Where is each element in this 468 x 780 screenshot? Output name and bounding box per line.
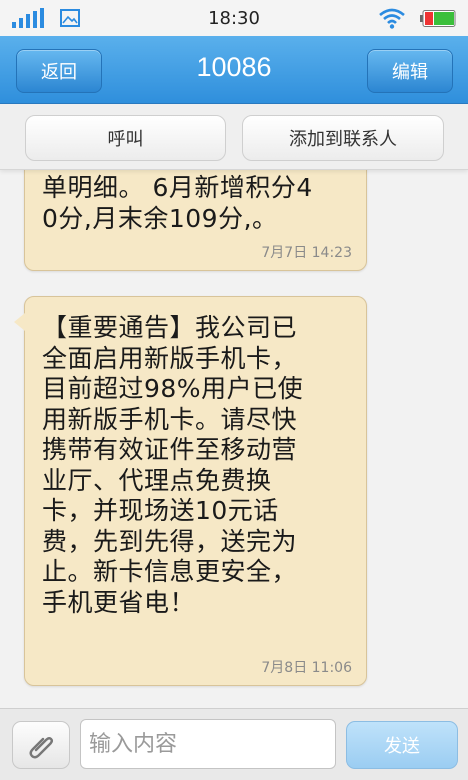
message-input[interactable] — [80, 719, 336, 769]
battery-icon — [420, 10, 456, 27]
message-list[interactable]: 单明细。 6月新增积分4 0分,月末余109分,。 7月7日 14:23 【重要… — [0, 170, 468, 708]
bubble-tail — [14, 313, 25, 331]
composer-bar: 发送 — [0, 708, 468, 780]
paperclip-icon — [29, 737, 53, 759]
message-text: 【重要通告】我公司已 全面启用新版手机卡， 目前超过98%用户已使 用新版手机卡… — [42, 313, 304, 617]
attach-button[interactable] — [12, 721, 70, 769]
contact-action-bar: 呼叫 添加到联系人 — [0, 104, 468, 170]
add-contact-button[interactable]: 添加到联系人 — [242, 115, 444, 161]
status-bar: 18:30 — [0, 0, 468, 36]
edit-button[interactable]: 编辑 — [367, 49, 453, 93]
call-button[interactable]: 呼叫 — [25, 115, 226, 161]
message-timestamp: 7月8日 11:06 — [261, 660, 352, 676]
conversation-header: 返回 10086 编辑 — [0, 36, 468, 104]
message-text: 单明细。 6月新增积分4 0分,月末余109分,。 — [42, 173, 313, 233]
message-bubble[interactable]: 【重要通告】我公司已 全面启用新版手机卡， 目前超过98%用户已使 用新版手机卡… — [14, 296, 367, 686]
message-bubble[interactable]: 单明细。 6月新增积分4 0分,月末余109分,。 7月7日 14:23 — [24, 170, 367, 271]
message-timestamp: 7月7日 14:23 — [261, 245, 352, 261]
wifi-icon — [379, 8, 405, 29]
send-button[interactable]: 发送 — [346, 721, 458, 769]
